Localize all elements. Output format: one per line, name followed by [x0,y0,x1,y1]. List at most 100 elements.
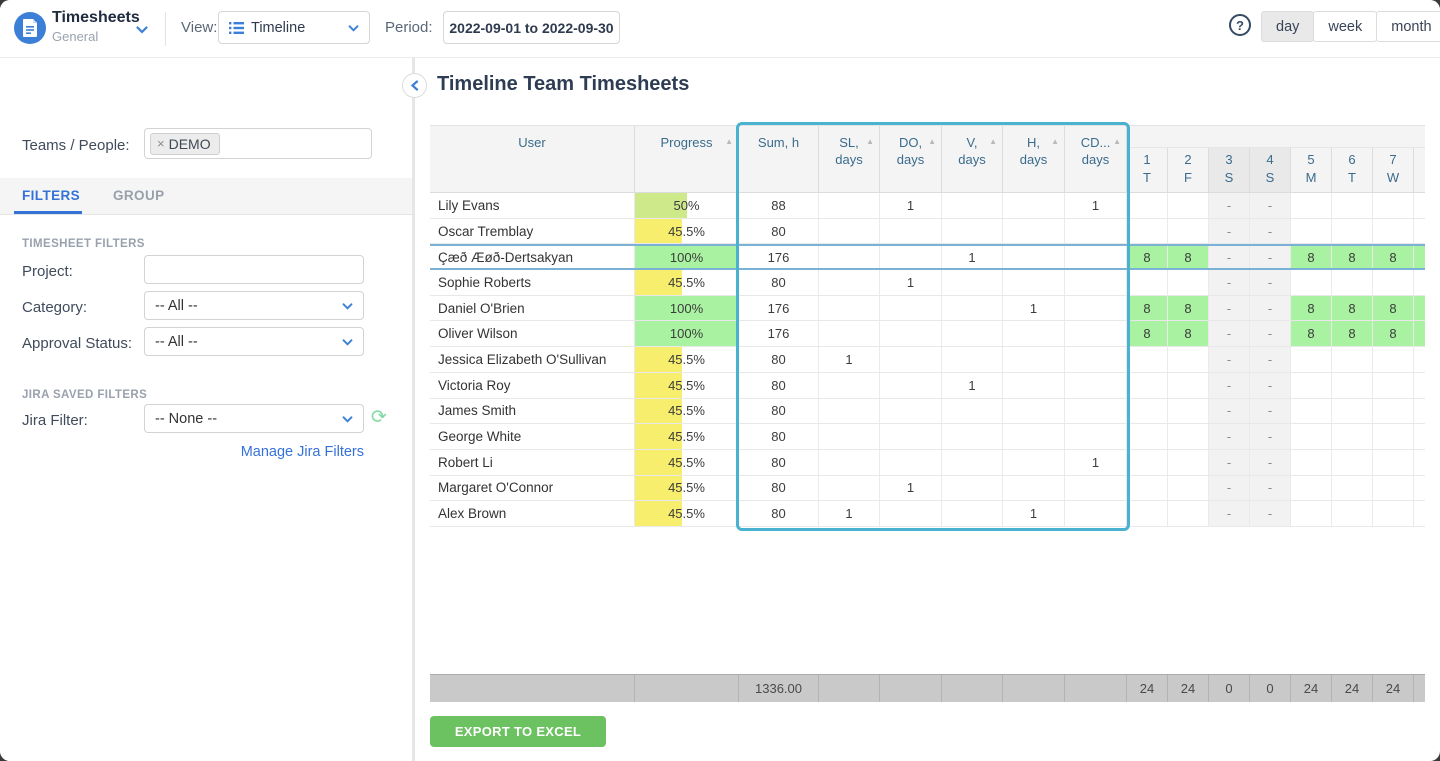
day-hours-cell[interactable] [1332,476,1373,501]
table-row[interactable]: Sophie Roberts45.5%801-- [430,270,1425,296]
day-hours-cell[interactable]: - [1250,476,1291,501]
day-hours-cell[interactable]: 8 [1127,246,1168,268]
day-hours-cell[interactable] [1168,193,1209,218]
day-hours-cell[interactable]: - [1209,296,1250,321]
day-hours-cell[interactable]: - [1209,246,1250,268]
day-hours-cell[interactable] [1332,399,1373,424]
chevron-down-icon[interactable] [136,21,148,39]
table-row[interactable]: Margaret O'Connor45.5%801-- [430,476,1425,502]
day-hours-cell[interactable] [1127,476,1168,501]
column-header-cd-days[interactable]: CD...days▲ [1065,126,1127,192]
day-hours-cell[interactable] [1291,501,1332,526]
sort-asc-icon[interactable]: ▲ [1051,137,1059,147]
day-column-header[interactable]: 5M [1291,147,1332,192]
day-hours-cell[interactable]: - [1209,501,1250,526]
day-hours-cell[interactable]: 8 [1373,321,1414,346]
table-row[interactable]: Daniel O'Brien100%176188--888 [430,296,1425,322]
day-hours-cell[interactable]: - [1250,296,1291,321]
day-hours-cell[interactable] [1373,450,1414,475]
day-hours-cell[interactable]: - [1209,347,1250,372]
sort-asc-icon[interactable]: ▲ [989,137,997,147]
app-logo[interactable] [14,12,46,44]
day-hours-cell[interactable]: - [1209,193,1250,218]
period-input[interactable]: 2022-09-01 to 2022-09-30 [443,11,620,44]
day-hours-cell[interactable] [1291,347,1332,372]
day-hours-cell[interactable] [1332,347,1373,372]
day-hours-cell[interactable]: - [1250,501,1291,526]
day-hours-cell[interactable]: 8 [1168,321,1209,346]
day-hours-cell[interactable] [1127,347,1168,372]
day-hours-cell[interactable]: 8 [1373,296,1414,321]
day-column-header[interactable]: 2F [1168,147,1209,192]
day-hours-cell[interactable]: 8 [1127,296,1168,321]
day-hours-cell[interactable] [1373,399,1414,424]
day-hours-cell[interactable] [1127,373,1168,398]
column-header-progress[interactable]: Progress▲ [635,126,739,192]
column-header-sum-hours[interactable]: Sum, h [739,126,819,192]
day-hours-cell[interactable]: - [1250,424,1291,449]
range-button-week[interactable]: week [1313,11,1377,42]
day-hours-cell[interactable]: - [1209,399,1250,424]
teams-people-input[interactable]: × DEMO [144,128,372,159]
refresh-icon[interactable]: ⟳ [371,408,387,427]
table-row[interactable]: George White45.5%80-- [430,424,1425,450]
day-hours-cell[interactable]: - [1250,399,1291,424]
day-hours-cell[interactable]: - [1209,450,1250,475]
day-column-header[interactable]: 3S [1209,147,1250,192]
sidebar-collapse-button[interactable] [402,73,427,98]
day-hours-cell[interactable] [1168,270,1209,295]
day-hours-cell[interactable] [1373,424,1414,449]
day-hours-cell[interactable] [1168,424,1209,449]
day-hours-cell[interactable] [1168,450,1209,475]
day-hours-cell[interactable] [1291,219,1332,244]
day-hours-cell[interactable] [1168,347,1209,372]
table-row[interactable]: Robert Li45.5%801-- [430,450,1425,476]
day-column-header[interactable]: 6T [1332,147,1373,192]
sort-asc-icon[interactable]: ▲ [725,137,733,147]
day-hours-cell[interactable] [1373,219,1414,244]
day-hours-cell[interactable] [1291,399,1332,424]
day-hours-cell[interactable]: - [1209,321,1250,346]
day-hours-cell[interactable] [1168,399,1209,424]
chip-remove-icon[interactable]: × [157,136,165,151]
table-row[interactable]: Victoria Roy45.5%801-- [430,373,1425,399]
manage-jira-filters-link[interactable]: Manage Jira Filters [144,444,364,460]
column-header-v-days[interactable]: V,days▲ [942,126,1003,192]
day-hours-cell[interactable] [1332,193,1373,218]
category-select[interactable]: -- All -- [144,291,364,320]
day-hours-cell[interactable] [1332,501,1373,526]
day-column-header[interactable]: 4S [1250,147,1291,192]
day-hours-cell[interactable]: 8 [1291,296,1332,321]
day-hours-cell[interactable]: 8 [1332,296,1373,321]
day-hours-cell[interactable]: - [1250,219,1291,244]
table-row[interactable]: Jessica Elizabeth O'Sullivan45.5%801-- [430,347,1425,373]
day-hours-cell[interactable] [1332,219,1373,244]
export-to-excel-button[interactable]: EXPORT TO EXCEL [430,716,606,747]
day-column-header[interactable]: 1T [1127,147,1168,192]
day-hours-cell[interactable]: 8 [1332,321,1373,346]
day-hours-cell[interactable]: - [1209,476,1250,501]
day-hours-cell[interactable]: 8 [1291,246,1332,268]
table-row[interactable]: Oscar Tremblay45.5%80-- [430,219,1425,245]
help-icon[interactable]: ? [1229,14,1251,36]
day-hours-cell[interactable]: - [1250,450,1291,475]
day-hours-cell[interactable] [1168,219,1209,244]
view-select[interactable]: Timeline [218,11,370,44]
day-hours-cell[interactable] [1127,450,1168,475]
sort-asc-icon[interactable]: ▲ [1113,137,1121,147]
table-row[interactable]: Çæð Æøð-Dertsakyan100%176188--888 [430,244,1425,270]
day-hours-cell[interactable]: - [1209,373,1250,398]
jira-filter-select[interactable]: -- None -- [144,404,364,433]
day-hours-cell[interactable]: 8 [1168,246,1209,268]
tab-group[interactable]: GROUP [113,188,165,203]
tab-filters[interactable]: FILTERS [22,188,80,203]
day-hours-cell[interactable]: - [1250,193,1291,218]
day-hours-cell[interactable] [1127,193,1168,218]
sort-asc-icon[interactable]: ▲ [866,137,874,147]
day-hours-cell[interactable] [1168,476,1209,501]
day-hours-cell[interactable] [1332,424,1373,449]
day-hours-cell[interactable]: - [1209,270,1250,295]
day-hours-cell[interactable] [1373,270,1414,295]
table-row[interactable]: James Smith45.5%80-- [430,399,1425,425]
day-hours-cell[interactable] [1127,219,1168,244]
